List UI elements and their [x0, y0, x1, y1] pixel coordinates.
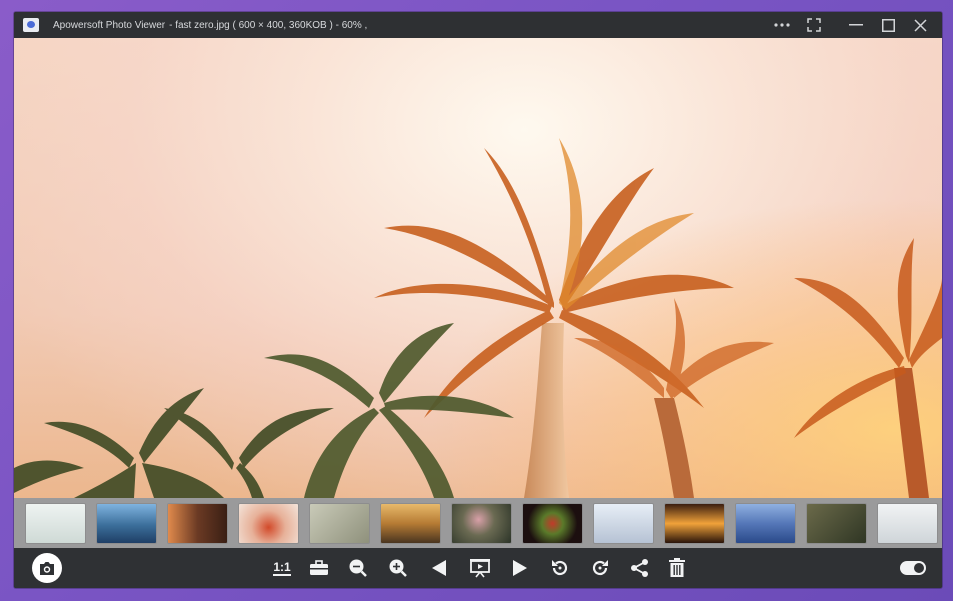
slideshow-icon[interactable] [468, 556, 492, 580]
zoom-out-icon[interactable] [346, 556, 370, 580]
thumbnail[interactable] [523, 503, 582, 543]
palm-trees-image [14, 38, 942, 498]
thumbnail[interactable] [665, 503, 724, 543]
actual-size-label: 1:1 [273, 559, 291, 576]
previous-icon[interactable] [427, 556, 451, 580]
rotate-right-icon[interactable] [588, 556, 612, 580]
share-icon[interactable] [628, 556, 652, 580]
rotate-left-icon[interactable] [548, 556, 572, 580]
thumbnail[interactable] [97, 503, 156, 543]
image-viewport[interactable] [14, 38, 942, 498]
thumbnail[interactable] [594, 503, 653, 543]
thumbnail[interactable] [452, 503, 511, 543]
maximize-icon[interactable] [872, 12, 904, 38]
bottom-toolbar: 1:1 [14, 548, 942, 588]
minimize-icon[interactable] [840, 12, 872, 38]
trash-icon[interactable] [665, 556, 689, 580]
thumbnail[interactable] [878, 503, 937, 543]
actual-size-button[interactable]: 1:1 [269, 556, 295, 580]
title-bar: Apowersoft Photo Viewer - fast zero.jpg … [14, 12, 942, 38]
zoom-in-icon[interactable] [386, 556, 410, 580]
thumbnail[interactable] [807, 503, 866, 543]
file-info: - fast zero.jpg ( 600 × 400, 360KOB ) - … [169, 19, 368, 31]
photo-viewer-window: Apowersoft Photo Viewer - fast zero.jpg … [14, 12, 942, 588]
camera-icon[interactable] [32, 553, 62, 583]
thumbnail[interactable] [736, 503, 795, 543]
toggle-switch-icon[interactable] [900, 561, 926, 575]
thumbnail[interactable] [168, 503, 227, 543]
next-icon[interactable] [508, 556, 532, 580]
thumbnail[interactable] [381, 503, 440, 543]
thumbnail[interactable] [310, 503, 369, 543]
close-icon[interactable] [904, 12, 936, 38]
more-horizontal-icon[interactable] [766, 12, 798, 38]
fullscreen-icon[interactable] [798, 12, 830, 38]
app-logo-icon [23, 18, 39, 32]
thumbnail[interactable] [26, 503, 85, 543]
app-title: Apowersoft Photo Viewer [53, 19, 166, 31]
thumbnail[interactable] [239, 503, 298, 543]
thumbnail-strip [14, 498, 942, 548]
toolbox-icon[interactable] [307, 556, 331, 580]
